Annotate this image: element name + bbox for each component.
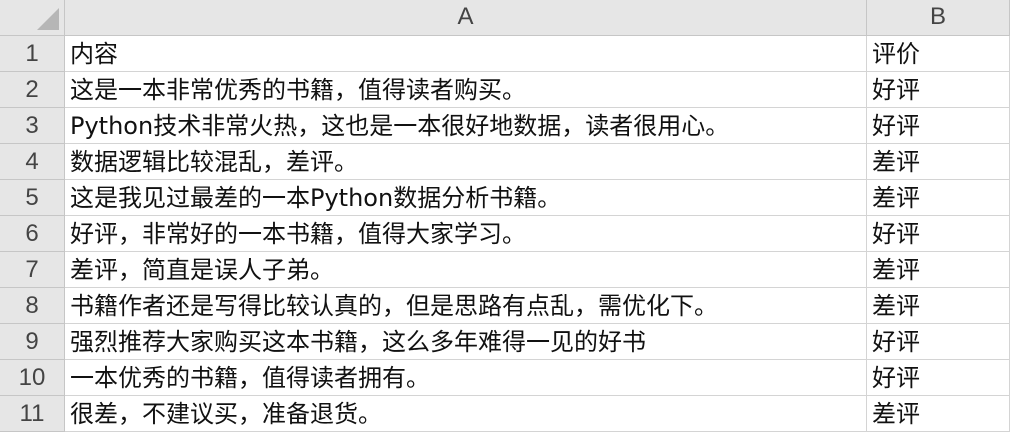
cell-b[interactable]: 好评 — [867, 108, 1010, 144]
row-header[interactable]: 7 — [0, 252, 65, 288]
table-row: 4 数据逻辑比较混乱，差评。 差评 — [0, 144, 1010, 180]
cell-a[interactable]: 内容 — [65, 36, 867, 72]
table-row: 10 一本优秀的书籍，值得读者拥有。 好评 — [0, 360, 1010, 396]
cell-b[interactable]: 好评 — [867, 216, 1010, 252]
table-row: 8 书籍作者还是写得比较认真的，但是思路有点乱，需优化下。 差评 — [0, 288, 1010, 324]
column-header-a[interactable]: A — [65, 0, 867, 36]
table-row: 5 这是我见过最差的一本Python数据分析书籍。 差评 — [0, 180, 1010, 216]
cell-b[interactable]: 差评 — [867, 180, 1010, 216]
cell-b[interactable]: 好评 — [867, 72, 1010, 108]
cell-a[interactable]: Python技术非常火热，这也是一本很好地数据，读者很用心。 — [65, 108, 867, 144]
cell-b[interactable]: 好评 — [867, 360, 1010, 396]
cell-a[interactable]: 好评，非常好的一本书籍，值得大家学习。 — [65, 216, 867, 252]
column-header-b[interactable]: B — [867, 0, 1010, 36]
cell-a[interactable]: 差评，简直是误人子弟。 — [65, 252, 867, 288]
row-header[interactable]: 8 — [0, 288, 65, 324]
cell-b[interactable]: 差评 — [867, 144, 1010, 180]
select-all-button[interactable] — [0, 0, 65, 36]
cell-a[interactable]: 数据逻辑比较混乱，差评。 — [65, 144, 867, 180]
row-header[interactable]: 4 — [0, 144, 65, 180]
cell-b[interactable]: 好评 — [867, 324, 1010, 360]
table-row: 9 强烈推荐大家购买这本书籍，这么多年难得一见的好书 好评 — [0, 324, 1010, 360]
cell-a[interactable]: 这是我见过最差的一本Python数据分析书籍。 — [65, 180, 867, 216]
row-header[interactable]: 9 — [0, 324, 65, 360]
cell-b[interactable]: 差评 — [867, 252, 1010, 288]
row-header[interactable]: 1 — [0, 36, 65, 72]
spreadsheet-grid: A B 1 内容 评价 2 这是一本非常优秀的书籍，值得读者购买。 好评 3 P… — [0, 0, 1010, 435]
table-row: 3 Python技术非常火热，这也是一本很好地数据，读者很用心。 好评 — [0, 108, 1010, 144]
row-header[interactable]: 2 — [0, 72, 65, 108]
cell-b[interactable]: 差评 — [867, 396, 1010, 432]
table-row: 6 好评，非常好的一本书籍，值得大家学习。 好评 — [0, 216, 1010, 252]
row-header[interactable]: 5 — [0, 180, 65, 216]
cell-a[interactable]: 很差，不建议买，准备退货。 — [65, 396, 867, 432]
table-row: 7 差评，简直是误人子弟。 差评 — [0, 252, 1010, 288]
select-all-triangle-icon — [37, 8, 59, 30]
row-header[interactable]: 3 — [0, 108, 65, 144]
cell-a[interactable]: 强烈推荐大家购买这本书籍，这么多年难得一见的好书 — [65, 324, 867, 360]
cell-a[interactable]: 书籍作者还是写得比较认真的，但是思路有点乱，需优化下。 — [65, 288, 867, 324]
cell-b[interactable]: 差评 — [867, 288, 1010, 324]
table-row: 2 这是一本非常优秀的书籍，值得读者购买。 好评 — [0, 72, 1010, 108]
cell-b[interactable]: 评价 — [867, 36, 1010, 72]
row-header[interactable]: 10 — [0, 360, 65, 396]
cell-a[interactable]: 这是一本非常优秀的书籍，值得读者购买。 — [65, 72, 867, 108]
row-header[interactable]: 6 — [0, 216, 65, 252]
row-header[interactable]: 11 — [0, 396, 65, 432]
table-row: 11 很差，不建议买，准备退货。 差评 — [0, 396, 1010, 432]
table-row: 1 内容 评价 — [0, 36, 1010, 72]
cell-a[interactable]: 一本优秀的书籍，值得读者拥有。 — [65, 360, 867, 396]
